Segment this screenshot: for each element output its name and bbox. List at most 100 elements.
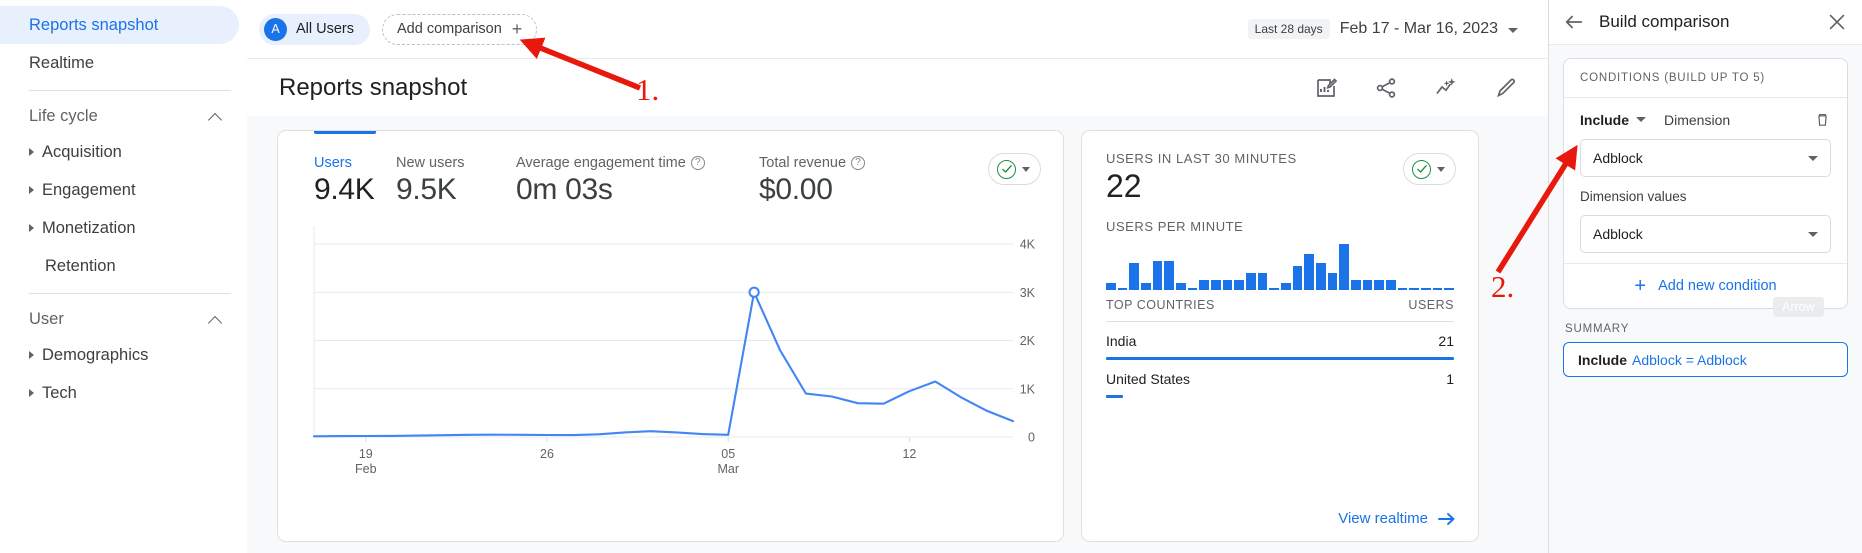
arrow-right-icon [1438, 512, 1456, 526]
include-exclude-dropdown[interactable]: Include [1580, 112, 1646, 128]
sidebar-divider-1 [29, 90, 231, 91]
users-per-minute-bar [1316, 263, 1326, 290]
users-per-minute-bar [1444, 288, 1454, 290]
arrow-tooltip: Arrow [1773, 297, 1824, 317]
sidebar-group-label: Life cycle [29, 107, 98, 126]
users-per-minute-bar [1304, 254, 1314, 290]
sidebar-item-monetization[interactable]: Monetization [0, 209, 239, 247]
sidebar-group-user[interactable]: User [0, 302, 247, 336]
all-users-chip[interactable]: A All Users [259, 14, 370, 45]
sidebar-item-label: Engagement [42, 181, 136, 200]
help-icon[interactable]: ? [851, 156, 865, 170]
date-range-badge: Last 28 days [1248, 19, 1330, 39]
plus-icon: + [512, 20, 523, 38]
sidebar-item-retention[interactable]: Retention [0, 247, 239, 285]
users-per-minute-bar [1293, 266, 1303, 290]
chevron-down-icon [1808, 232, 1818, 237]
sidebar-item-label: Realtime [29, 54, 94, 73]
summary-include-label: Include [1578, 352, 1627, 368]
caret-right-icon [29, 148, 34, 156]
left-navigation-sidebar: Reports snapshot Realtime Life cycle Acq… [0, 0, 247, 553]
check-circle-icon [1412, 160, 1431, 179]
sidebar-item-demographics[interactable]: Demographics [0, 336, 239, 374]
users-per-minute-bar [1328, 273, 1338, 290]
country-users: 1 [1446, 371, 1454, 387]
dimension-type-label: Dimension [1664, 112, 1730, 128]
sidebar-item-reports-snapshot[interactable]: Reports snapshot [0, 6, 239, 44]
users-line-chart[interactable]: 01K2K3K4K19Feb2605Mar12 [278, 209, 1063, 509]
users-per-minute-bar [1339, 244, 1349, 290]
column-header-countries: TOP COUNTRIES [1106, 298, 1215, 312]
sidebar-item-label: Monetization [42, 219, 136, 238]
chevron-down-icon [1636, 117, 1646, 122]
users-per-minute-bar [1211, 280, 1221, 290]
metric-value: $0.00 [759, 173, 865, 207]
realtime-status-badge[interactable] [1403, 153, 1456, 185]
country-name: United States [1106, 371, 1190, 387]
dimension-select[interactable]: Adblock [1580, 139, 1831, 177]
active-metric-tab-indicator [314, 130, 376, 134]
svg-text:3K: 3K [1020, 286, 1036, 300]
sidebar-item-acquisition[interactable]: Acquisition [0, 133, 239, 171]
svg-text:4K: 4K [1020, 238, 1036, 252]
view-realtime-link[interactable]: View realtime [1338, 510, 1456, 527]
avatar: A [264, 18, 287, 41]
users-per-minute-bar [1433, 288, 1443, 290]
metric-total-revenue[interactable]: Total revenue ? $0.00 [759, 155, 875, 207]
table-row[interactable]: United States 1 [1106, 360, 1454, 398]
dimension-values-select[interactable]: Adblock [1580, 215, 1831, 253]
chevron-down-icon [1022, 167, 1030, 172]
condition-header-row: Include Dimension [1580, 111, 1831, 128]
check-circle-icon [997, 160, 1016, 179]
metric-value: 0m 03s [516, 173, 749, 207]
metric-value: 9.5K [396, 173, 506, 207]
share-icon[interactable] [1374, 76, 1398, 100]
table-row[interactable]: India 21 [1106, 322, 1454, 360]
close-icon[interactable] [1826, 11, 1848, 33]
analytics-intelligence-icon[interactable] [1434, 76, 1458, 100]
panel-title: Build comparison [1599, 12, 1812, 32]
metric-label-wrapper: Total revenue ? [759, 155, 865, 171]
chevron-down-icon [1437, 167, 1445, 172]
edit-pencil-icon[interactable] [1494, 76, 1518, 100]
sidebar-item-realtime[interactable]: Realtime [0, 44, 239, 82]
summary-label: SUMMARY [1565, 323, 1862, 335]
delete-condition-icon[interactable] [1814, 111, 1831, 128]
sidebar-divider-2 [29, 293, 231, 294]
users-per-minute-bar [1176, 283, 1186, 290]
data-quality-status-badge[interactable] [988, 153, 1041, 185]
metric-new-users[interactable]: New users 9.5K [396, 155, 516, 207]
users-per-minute-bar [1363, 280, 1373, 290]
users-per-minute-bar [1223, 280, 1233, 290]
add-comparison-button[interactable]: Add comparison + [382, 14, 537, 45]
realtime-card-body: USERS IN LAST 30 MINUTES 22 USERS PER MI… [1082, 131, 1478, 398]
insights-report-icon[interactable] [1314, 76, 1338, 100]
users-per-minute-bar [1234, 280, 1244, 290]
back-arrow-icon[interactable] [1563, 11, 1585, 33]
users-per-minute-bar [1409, 288, 1419, 290]
metrics-row: Users 9.4K New users 9.5K Average engage… [278, 131, 1063, 207]
sidebar-item-label: Reports snapshot [29, 16, 158, 35]
sidebar-group-life-cycle[interactable]: Life cycle [0, 99, 247, 133]
build-comparison-panel: Build comparison CONDITIONS (BUILD UP TO… [1548, 0, 1862, 553]
summary-expression: Adblock = Adblock [1632, 352, 1747, 368]
users-per-minute-bar [1188, 288, 1198, 290]
users-per-minute-bar [1269, 288, 1279, 290]
sidebar-item-engagement[interactable]: Engagement [0, 171, 239, 209]
metric-users[interactable]: Users 9.4K [314, 155, 396, 207]
metric-average-engagement-time[interactable]: Average engagement time ? 0m 03s [516, 155, 759, 207]
users-per-minute-bar [1106, 283, 1116, 290]
users-per-minute-bar [1199, 280, 1209, 290]
users-per-minute-bar [1374, 280, 1384, 290]
date-range-text: Feb 17 - Mar 16, 2023 [1340, 20, 1498, 38]
date-range-selector[interactable]: Last 28 days Feb 17 - Mar 16, 2023 [1248, 19, 1518, 39]
svg-text:26: 26 [540, 447, 554, 461]
page-header-actions [1314, 76, 1518, 100]
help-icon[interactable]: ? [691, 156, 705, 170]
users-per-minute-bar [1164, 261, 1174, 290]
users-per-minute-bar-chart[interactable] [1106, 244, 1454, 290]
country-bar [1106, 395, 1123, 398]
sidebar-item-tech[interactable]: Tech [0, 374, 239, 412]
svg-text:1K: 1K [1020, 382, 1036, 396]
summary-chip[interactable]: Include Adblock = Adblock [1563, 342, 1848, 377]
